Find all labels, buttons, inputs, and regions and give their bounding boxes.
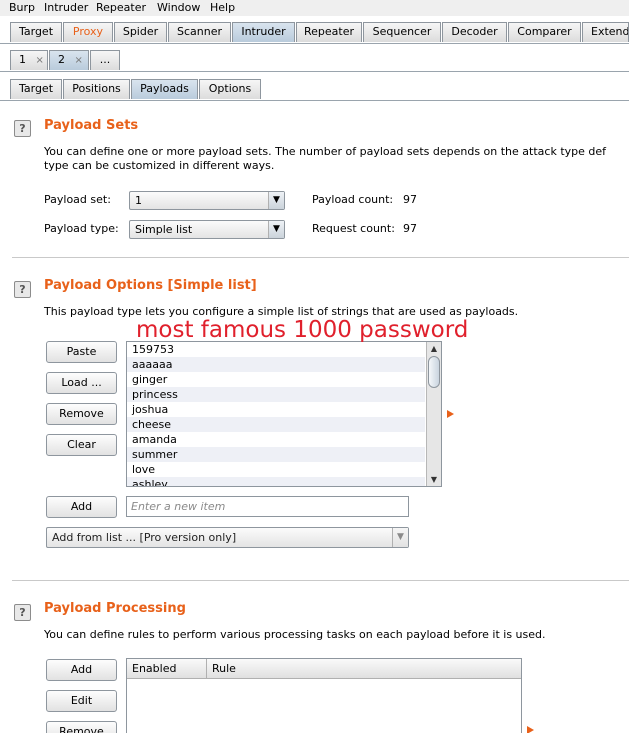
payload-count-value: 97 — [403, 193, 417, 206]
sub-tab-bar: Target Positions Payloads Options — [0, 78, 629, 101]
add-from-list-value: Add from list ... [Pro version only] — [52, 531, 237, 544]
scroll-thumb[interactable] — [428, 356, 440, 388]
clear-button[interactable]: Clear — [46, 434, 117, 456]
section-title-payload-sets: Payload Sets — [44, 118, 139, 133]
list-item[interactable]: ginger — [127, 372, 425, 387]
tab-options[interactable]: Options — [199, 79, 261, 99]
list-item[interactable]: love — [127, 462, 425, 477]
list-item[interactable]: cheese — [127, 417, 425, 432]
annotation-text: most famous 1000 password — [136, 317, 469, 343]
add-button[interactable]: Add — [46, 496, 117, 518]
tab-decoder[interactable]: Decoder — [442, 22, 507, 42]
attack-tab-1[interactable]: 1 × — [10, 50, 48, 70]
scroll-up-icon[interactable]: ▲ — [427, 342, 441, 355]
expand-arrow-icon[interactable] — [447, 410, 454, 418]
payload-processing-description: You can define rules to perform various … — [44, 628, 546, 641]
list-item[interactable]: ashley — [127, 477, 425, 486]
list-item[interactable]: amanda — [127, 432, 425, 447]
tab-extender[interactable]: Extend — [582, 22, 629, 42]
tab-target[interactable]: Target — [10, 22, 62, 42]
section-divider — [12, 257, 629, 258]
menu-help[interactable]: Help — [210, 1, 235, 14]
tab-payloads[interactable]: Payloads — [131, 79, 198, 99]
edit-rule-button[interactable]: Edit — [46, 690, 117, 712]
add-from-list-select[interactable]: Add from list ... [Pro version only] ▼ — [46, 527, 409, 548]
expand-arrow-icon[interactable] — [527, 726, 534, 733]
tab-sequencer[interactable]: Sequencer — [363, 22, 441, 42]
attack-tab-2-label: 2 — [58, 53, 65, 66]
list-item[interactable]: 159753 — [127, 342, 425, 357]
menu-window[interactable]: Window — [157, 1, 200, 14]
menu-intruder[interactable]: Intruder — [44, 1, 88, 14]
attack-tab-2[interactable]: 2 × — [49, 50, 89, 70]
chevron-down-icon: ▼ — [268, 221, 284, 238]
tab-target[interactable]: Target — [10, 79, 62, 99]
payload-list[interactable]: 159753 aaaaaa ginger princess joshua che… — [126, 341, 442, 487]
main-tab-bar: Target Proxy Spider Scanner Intruder Rep… — [0, 21, 629, 44]
payload-count-label: Payload count: — [312, 193, 394, 206]
help-icon[interactable]: ? — [14, 281, 31, 298]
payload-sets-description: You can define one or more payload sets.… — [44, 145, 607, 158]
remove-button[interactable]: Remove — [46, 403, 117, 425]
tab-comparer[interactable]: Comparer — [508, 22, 581, 42]
tab-scanner[interactable]: Scanner — [168, 22, 231, 42]
processing-rules-table[interactable]: Enabled Rule — [126, 658, 522, 733]
column-header-rule[interactable]: Rule — [207, 659, 521, 679]
help-icon[interactable]: ? — [14, 604, 31, 621]
help-icon[interactable]: ? — [14, 120, 31, 137]
chevron-down-icon: ▼ — [268, 192, 284, 209]
attack-tab-bar: 1 × 2 × ... — [0, 49, 629, 72]
payload-set-select[interactable]: 1 ▼ — [129, 191, 285, 210]
close-icon[interactable]: × — [75, 55, 83, 66]
paste-button[interactable]: Paste — [46, 341, 117, 363]
column-header-enabled[interactable]: Enabled — [127, 659, 207, 679]
attack-tab-1-label: 1 — [19, 53, 26, 66]
tab-proxy[interactable]: Proxy — [63, 22, 113, 42]
chevron-down-icon: ▼ — [392, 528, 408, 547]
section-divider — [12, 580, 629, 581]
menu-bar: Burp Intruder Repeater Window Help — [0, 0, 629, 16]
request-count-label: Request count: — [312, 222, 395, 235]
request-count-value: 97 — [403, 222, 417, 235]
tab-intruder[interactable]: Intruder — [232, 22, 295, 42]
payload-type-select[interactable]: Simple list ▼ — [129, 220, 285, 239]
payload-set-label: Payload set: — [44, 193, 111, 206]
list-item[interactable]: summer — [127, 447, 425, 462]
new-item-input[interactable]: Enter a new item — [126, 496, 409, 517]
list-item[interactable]: joshua — [127, 402, 425, 417]
new-tab-button[interactable]: ... — [90, 50, 120, 70]
payload-type-value: Simple list — [135, 223, 193, 236]
scroll-down-icon[interactable]: ▼ — [427, 473, 441, 486]
tab-spider[interactable]: Spider — [114, 22, 167, 42]
menu-burp[interactable]: Burp — [9, 1, 35, 14]
tab-positions[interactable]: Positions — [63, 79, 130, 99]
remove-rule-button[interactable]: Remove — [46, 721, 117, 733]
section-title-payload-options: Payload Options [Simple list] — [44, 278, 257, 293]
menu-repeater[interactable]: Repeater — [96, 1, 146, 14]
add-rule-button[interactable]: Add — [46, 659, 117, 681]
close-icon[interactable]: × — [36, 55, 44, 66]
load-button[interactable]: Load ... — [46, 372, 117, 394]
payload-set-value: 1 — [135, 194, 142, 207]
payload-sets-description-cont: type can be customized in different ways… — [44, 159, 275, 172]
list-item[interactable]: aaaaaa — [127, 357, 425, 372]
payload-type-label: Payload type: — [44, 222, 119, 235]
list-item[interactable]: princess — [127, 387, 425, 402]
list-scrollbar[interactable]: ▲ ▼ — [426, 342, 441, 486]
section-title-payload-processing: Payload Processing — [44, 601, 186, 616]
tab-repeater[interactable]: Repeater — [296, 22, 362, 42]
